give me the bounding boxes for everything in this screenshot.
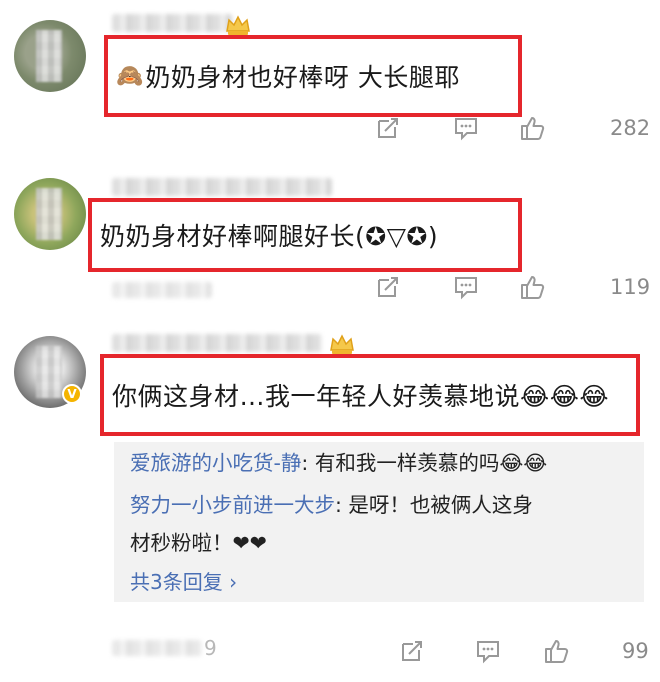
comment-text: 奶奶身材也好棒呀 大长腿耶 xyxy=(145,63,460,92)
time-partial: 9 xyxy=(204,636,217,660)
comment-icon[interactable] xyxy=(452,273,480,301)
thumbs-up-icon[interactable] xyxy=(518,114,546,142)
reply-text-cont: 材秒粉啦！❤❤ xyxy=(130,531,267,555)
reply-item-2-cont: 材秒粉啦！❤❤ xyxy=(130,526,267,556)
crown-icon xyxy=(226,15,250,35)
share-icon[interactable] xyxy=(374,114,402,142)
reply-username[interactable]: 爱旅游的小吃货-静 xyxy=(130,451,301,475)
monkey-emoji-icon: 🙈 xyxy=(116,63,144,89)
time-redacted xyxy=(112,640,202,656)
share-icon[interactable] xyxy=(398,637,426,665)
like-count: 282 xyxy=(610,116,651,140)
comment-content-highlight: 你俩这身材…我一年轻人好羡慕地说😂😂😂 xyxy=(100,354,640,436)
reply-item-2: 努力一小步前进一大步: 是呀！也被俩人这身 xyxy=(130,488,533,518)
username-redacted[interactable] xyxy=(112,14,232,32)
thumbs-up-icon[interactable] xyxy=(518,273,546,301)
comment-text: 奶奶身材好棒啊腿好长(✪▽✪) xyxy=(100,222,439,251)
avatar[interactable] xyxy=(14,178,86,250)
time-redacted xyxy=(112,282,212,298)
comment-icon[interactable] xyxy=(474,637,502,665)
verified-badge-icon: V xyxy=(62,384,82,404)
comment-content-highlight: 奶奶身材好棒啊腿好长(✪▽✪) xyxy=(88,198,522,272)
comment-item-3: V 你俩这身材…我一年轻人好羡慕地说😂😂😂 爱旅游的小吃货-静: 有和我一样羡慕… xyxy=(0,310,660,682)
username-redacted[interactable] xyxy=(112,334,322,352)
comment-item-2: 奶奶身材好棒啊腿好长(✪▽✪) 119 xyxy=(0,160,660,310)
reply-username[interactable]: 努力一小步前进一大步 xyxy=(130,493,335,517)
comment-text: 你俩这身材…我一年轻人好羡慕地说😂😂😂 xyxy=(112,382,610,411)
comment-actions: 99 xyxy=(402,634,660,668)
comment-content-highlight: 🙈 奶奶身材也好棒呀 大长腿耶 xyxy=(104,35,522,117)
reply-text: : 有和我一样羡慕的吗😂😂 xyxy=(301,451,548,475)
comment-actions: 119 xyxy=(378,270,660,304)
comment-icon[interactable] xyxy=(452,114,480,142)
username-redacted[interactable] xyxy=(112,178,332,196)
comment-actions: 282 xyxy=(378,111,660,145)
more-replies-label[interactable]: 共3条回复 › xyxy=(130,570,237,594)
comment-item-1: 🙈 奶奶身材也好棒呀 大长腿耶 282 xyxy=(0,0,660,160)
crown-icon xyxy=(330,334,354,354)
more-replies-link[interactable]: 共3条回复 › xyxy=(130,566,237,595)
avatar[interactable] xyxy=(14,20,86,92)
like-count: 119 xyxy=(610,275,651,299)
thumbs-up-icon[interactable] xyxy=(542,637,570,665)
reply-item-1: 爱旅游的小吃货-静: 有和我一样羡慕的吗😂😂 xyxy=(130,446,547,476)
reply-text: : 是呀！也被俩人这身 xyxy=(335,493,533,517)
reply-preview[interactable]: 爱旅游的小吃货-静: 有和我一样羡慕的吗😂😂 努力一小步前进一大步: 是呀！也被… xyxy=(114,442,644,602)
like-count: 99 xyxy=(622,639,649,663)
share-icon[interactable] xyxy=(374,273,402,301)
